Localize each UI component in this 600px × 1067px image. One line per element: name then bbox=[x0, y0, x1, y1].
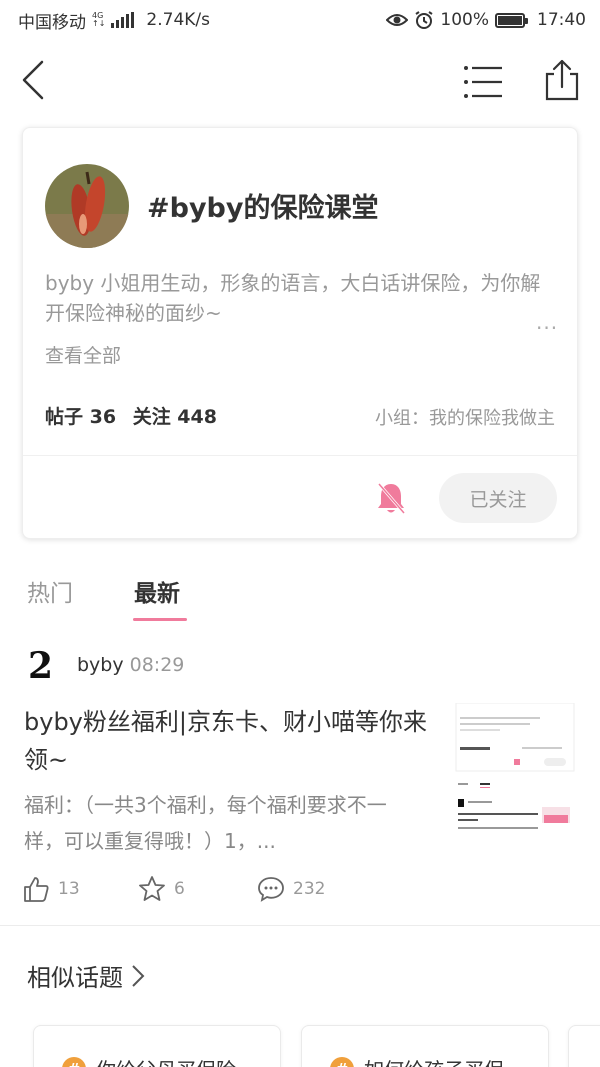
similar-topics-header[interactable]: 相似话题 bbox=[27, 958, 145, 993]
signal-icon bbox=[111, 12, 135, 28]
more-icon[interactable]: ... bbox=[536, 310, 558, 334]
similar-topic-card[interactable] bbox=[568, 1025, 600, 1067]
group-link[interactable]: 小组：我的保险我做主 bbox=[375, 404, 555, 430]
followers-count[interactable]: 关注 448 bbox=[133, 406, 217, 428]
topic-title: #byby的保险课堂 bbox=[147, 193, 379, 224]
post-title[interactable]: byby粉丝福利|京东卡、财小喵等你来领~ bbox=[24, 703, 434, 779]
post-thumbnail[interactable] bbox=[452, 703, 576, 843]
tab-new[interactable]: 最新 bbox=[134, 574, 180, 608]
post-meta: byby 08:29 bbox=[77, 654, 184, 676]
hashtag-icon: # bbox=[330, 1056, 354, 1067]
posts-count[interactable]: 帖子 36 bbox=[45, 406, 116, 428]
network-speed: 2.74K/s bbox=[146, 10, 210, 30]
similar-topic-label: 你给父母买保险 bbox=[96, 1054, 236, 1067]
topic-stats: 帖子 36 关注 448 bbox=[45, 402, 217, 429]
comment-icon bbox=[258, 877, 284, 902]
tab-hot[interactable]: 热门 bbox=[27, 574, 73, 608]
comment-button[interactable]: 232 bbox=[257, 872, 325, 906]
status-bar: 中国移动 4G ↑↓ 2.74K/s 100% 17:40 bbox=[0, 0, 600, 40]
bell-muted-icon[interactable] bbox=[373, 480, 409, 516]
divider bbox=[23, 455, 577, 456]
list-menu-icon[interactable] bbox=[462, 62, 504, 102]
eye-icon bbox=[386, 14, 409, 26]
back-icon[interactable] bbox=[18, 58, 48, 102]
share-icon[interactable] bbox=[542, 58, 582, 102]
similar-topic-label: 如何给孩子买保 bbox=[364, 1054, 504, 1067]
battery-percent: 100% bbox=[440, 10, 489, 30]
battery-icon bbox=[495, 12, 528, 28]
author-name[interactable]: byby bbox=[77, 654, 124, 676]
section-divider bbox=[0, 925, 600, 926]
comment-count: 232 bbox=[293, 879, 326, 899]
clock: 17:40 bbox=[537, 10, 586, 30]
view-all-link[interactable]: 查看全部 bbox=[45, 341, 121, 368]
favorite-count: 6 bbox=[174, 879, 185, 899]
topic-card: #byby的保险课堂 byby 小姐用生动，形象的语言，大白话讲保险，为你解开保… bbox=[22, 127, 578, 539]
hashtag-icon: # bbox=[62, 1056, 86, 1067]
nav-bar bbox=[0, 50, 600, 110]
network-arrows-label: ↑↓ bbox=[92, 19, 106, 28]
author-avatar[interactable]: 2 bbox=[28, 646, 62, 686]
alarm-icon bbox=[415, 11, 433, 29]
similar-topic-card[interactable]: # 你给父母买保险 bbox=[33, 1025, 281, 1067]
feed-tabs: 热门 最新 bbox=[0, 572, 600, 632]
like-button[interactable]: 13 bbox=[22, 872, 80, 906]
topic-description: byby 小姐用生动，形象的语言，大白话讲保险，为你解开保险神秘的面纱~ bbox=[45, 271, 541, 325]
carrier-label: 中国移动 bbox=[18, 12, 86, 33]
post-time: 08:29 bbox=[129, 654, 185, 676]
star-icon bbox=[139, 876, 165, 901]
post-actions: 13 6 232 bbox=[22, 872, 422, 906]
like-count: 13 bbox=[58, 879, 80, 899]
similar-topic-card[interactable]: # 如何给孩子买保 bbox=[301, 1025, 549, 1067]
similar-topics-title: 相似话题 bbox=[27, 964, 123, 992]
chevron-right-icon bbox=[132, 964, 145, 987]
post-excerpt[interactable]: 福利：（一共3个福利，每个福利要求不一样，可以重复得哦！）1，... bbox=[24, 787, 424, 859]
network-type-icon: 4G ↑↓ bbox=[92, 12, 105, 28]
followed-button[interactable]: 已关注 bbox=[439, 473, 557, 523]
active-tab-indicator bbox=[133, 618, 187, 621]
topic-avatar bbox=[45, 164, 129, 248]
favorite-button[interactable]: 6 bbox=[138, 872, 185, 906]
thumbs-up-icon bbox=[24, 877, 49, 902]
